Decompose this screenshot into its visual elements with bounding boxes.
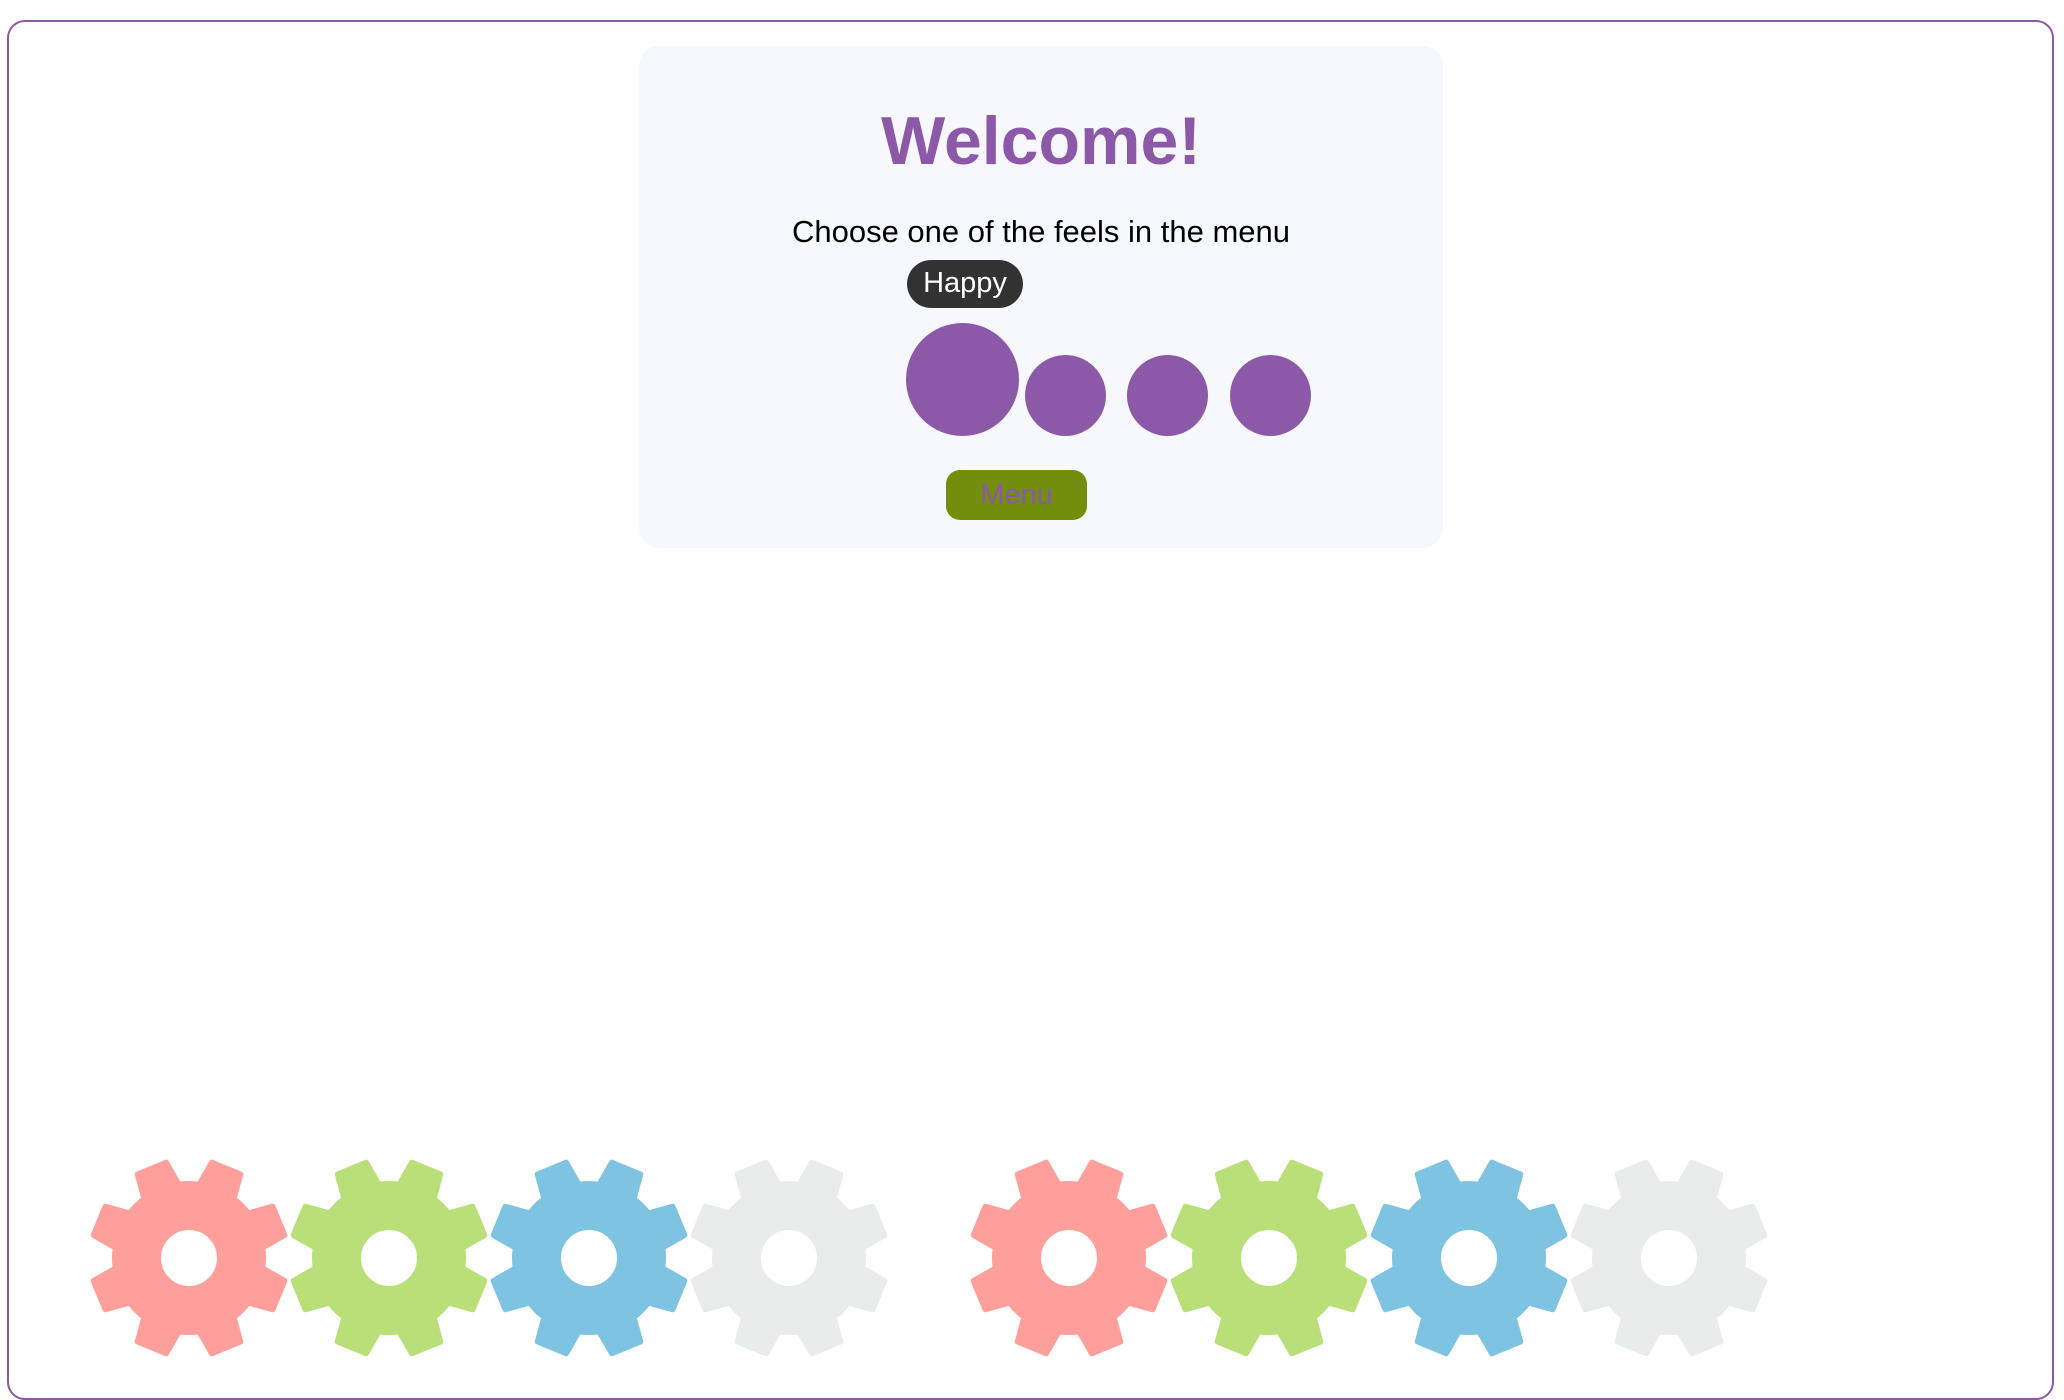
- feel-dot-2[interactable]: [1025, 355, 1106, 436]
- feel-dot-3[interactable]: [1127, 355, 1208, 436]
- feel-tooltip: Happy: [907, 260, 1023, 308]
- feel-dot-4[interactable]: [1230, 355, 1311, 436]
- menu-button[interactable]: Menu: [946, 470, 1087, 520]
- instructions-text: Choose one of the feels in the menu: [791, 214, 1291, 249]
- welcome-card: Welcome! Choose one of the feels in the …: [639, 46, 1443, 548]
- page-title: Welcome!: [881, 103, 1201, 179]
- feel-dot-1[interactable]: [906, 323, 1019, 436]
- app-frame: Welcome! Choose one of the feels in the …: [7, 20, 2054, 1400]
